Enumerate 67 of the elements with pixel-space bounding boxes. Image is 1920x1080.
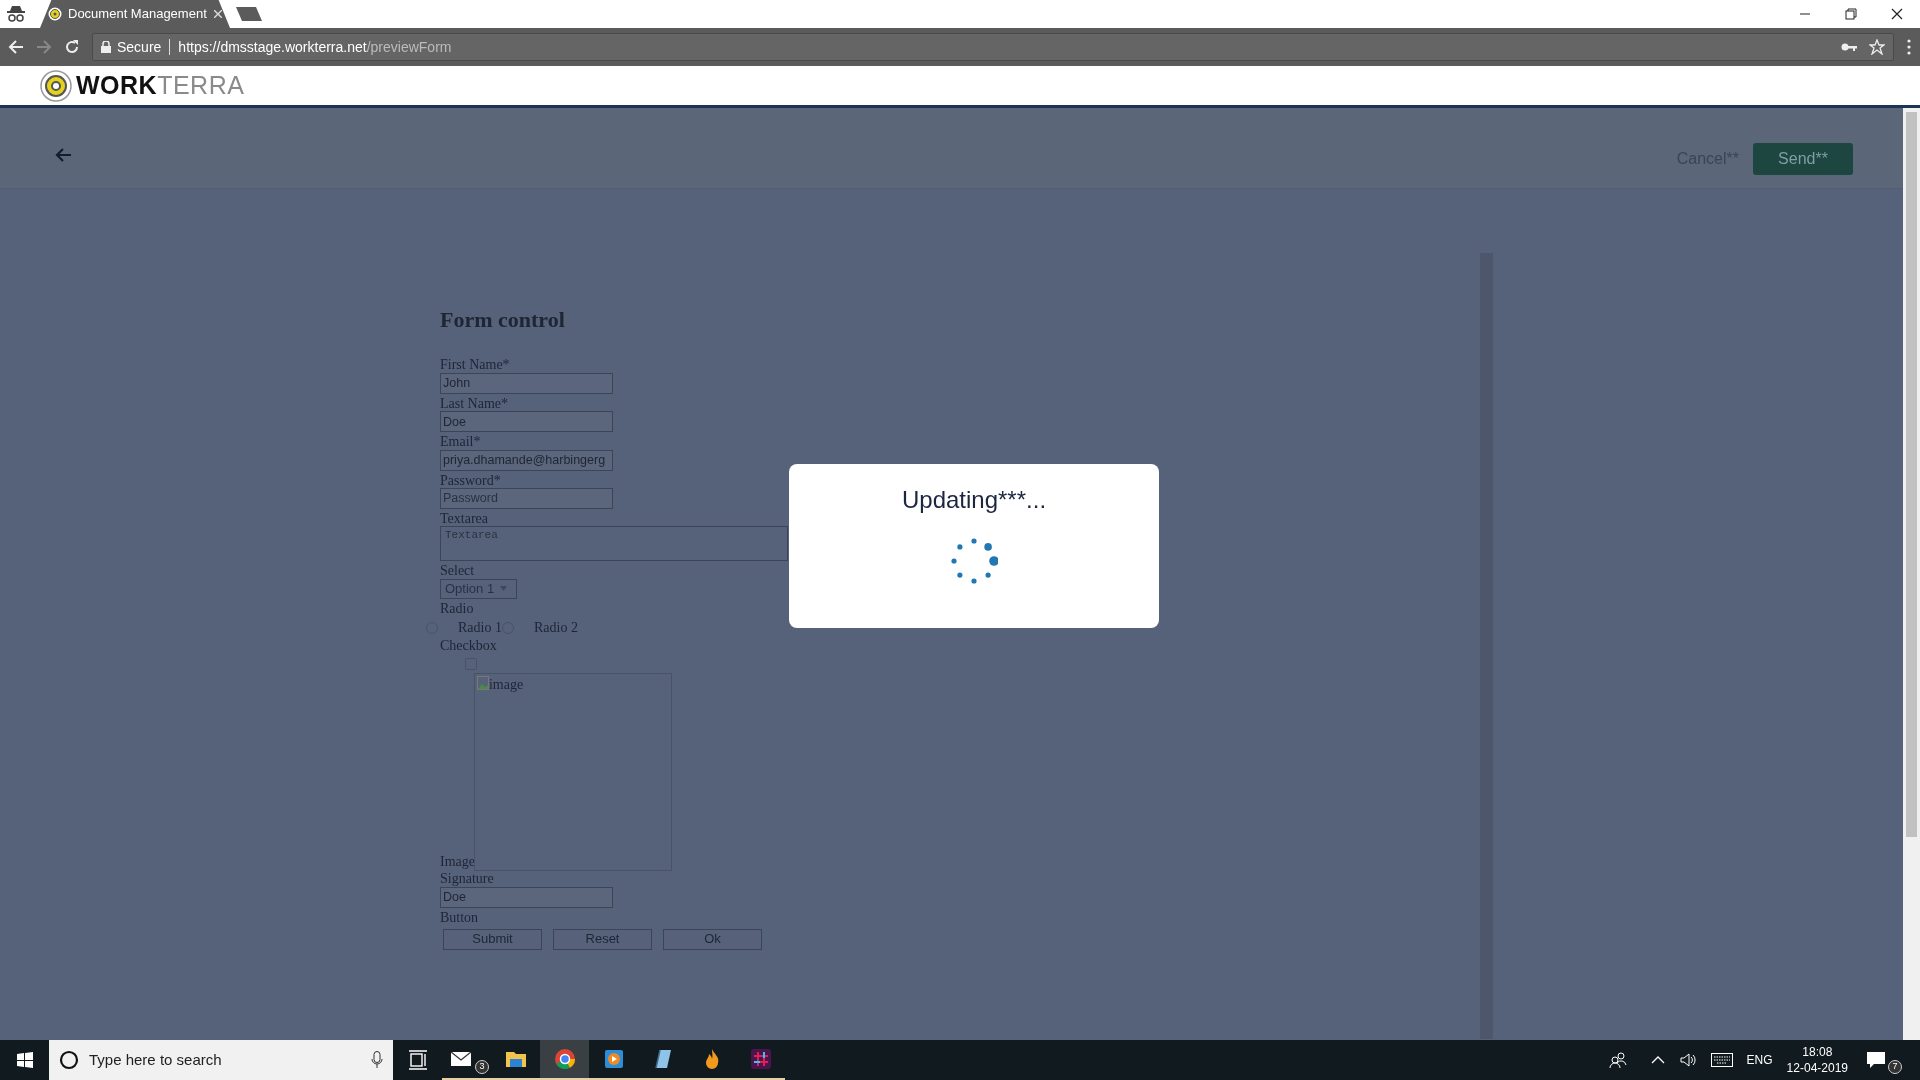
- field-label: Radio: [440, 600, 475, 617]
- security-label: Secure: [117, 37, 162, 57]
- close-icon[interactable]: [214, 10, 222, 18]
- input-field[interactable]: priya.dhamande@harbingerg: [440, 449, 613, 471]
- broken-image-icon: [477, 676, 489, 691]
- image-alt-text: image: [489, 677, 524, 693]
- microphone-icon: [371, 1051, 383, 1069]
- form-button[interactable]: Ok: [663, 929, 762, 951]
- radio-label: Radio 1: [458, 620, 502, 636]
- send-button[interactable]: Send**: [1753, 143, 1853, 175]
- back-arrow-icon[interactable]: [55, 148, 71, 162]
- field-label: Image: [440, 853, 475, 870]
- field-label: Signature: [440, 871, 495, 887]
- grid-logo-icon[interactable]: [748, 1047, 773, 1071]
- textarea-field[interactable]: Textarea: [440, 526, 788, 562]
- windows-icon[interactable]: [16, 1052, 33, 1068]
- reload-icon[interactable]: [64, 39, 80, 55]
- field-label: Textarea: [440, 510, 489, 527]
- language-indicator[interactable]: ENG: [1746, 1051, 1773, 1069]
- speaker-icon[interactable]: [1678, 1052, 1697, 1068]
- field-label: Checkbox: [440, 637, 498, 653]
- browser-icon[interactable]: [552, 1047, 577, 1071]
- input-field[interactable]: John: [440, 372, 613, 394]
- browser-tab[interactable]: Document Management: [40, 0, 230, 28]
- target-icon: [48, 7, 62, 21]
- clock-text[interactable]: 18:08 12-04-2019: [1786, 1043, 1848, 1077]
- field-label: Password*: [440, 472, 502, 488]
- target-logo-icon: [40, 69, 72, 102]
- chevron-up-icon[interactable]: [1650, 1055, 1665, 1065]
- tab-title: Document Management: [68, 5, 208, 24]
- field-label: Email*: [440, 434, 482, 450]
- field-label: First Name*: [440, 357, 511, 373]
- notification-icon[interactable]: [1866, 1050, 1886, 1070]
- new-tab-icon[interactable]: [234, 6, 264, 22]
- input-field[interactable]: Password: [440, 487, 613, 509]
- radio-label: Radio 2: [533, 620, 578, 636]
- field-label: Button: [440, 909, 480, 926]
- search-circle-icon: [59, 1050, 79, 1070]
- search-field[interactable]: Type here to search: [49, 1040, 393, 1080]
- address-bar[interactable]: Secure https://dmsstage.workterra.net/previewForm: [92, 33, 1894, 61]
- input-field[interactable]: Doe: [440, 886, 613, 908]
- menu-icon[interactable]: [1906, 39, 1912, 55]
- url-text: https://dmsstage.workterra.net/previewForm: [178, 37, 452, 57]
- star-icon[interactable]: [1869, 39, 1885, 55]
- scrollbar[interactable]: [1480, 253, 1493, 1039]
- count-badge: 3: [475, 1060, 489, 1074]
- people-icon[interactable]: [1608, 1051, 1627, 1069]
- keyboard-icon[interactable]: [1710, 1053, 1733, 1067]
- page-scrollbar[interactable]: [1903, 108, 1920, 1040]
- field-label: Last Name*: [440, 395, 510, 412]
- key-icon[interactable]: [1841, 42, 1857, 52]
- count-badge: 7: [1888, 1060, 1902, 1074]
- logo-text: WORKTERRA: [76, 69, 245, 101]
- form-button[interactable]: Reset: [553, 929, 652, 951]
- field-label: Select: [440, 563, 476, 579]
- back-icon[interactable]: [8, 39, 24, 55]
- loading-spinner-icon: [950, 536, 998, 585]
- form-button[interactable]: Submit: [443, 929, 542, 951]
- dropdown-caret-icon: [500, 586, 508, 592]
- mail-icon[interactable]: [450, 1052, 471, 1066]
- form-title: Form control: [440, 307, 566, 334]
- modal-title: Updating***...: [901, 486, 1047, 515]
- lock-icon: [101, 41, 111, 53]
- search-placeholder: Type here to search: [89, 1049, 222, 1070]
- input-field[interactable]: Doe: [440, 411, 613, 433]
- select-field[interactable]: Option 1: [440, 578, 517, 599]
- select-value: Option 1: [445, 581, 495, 596]
